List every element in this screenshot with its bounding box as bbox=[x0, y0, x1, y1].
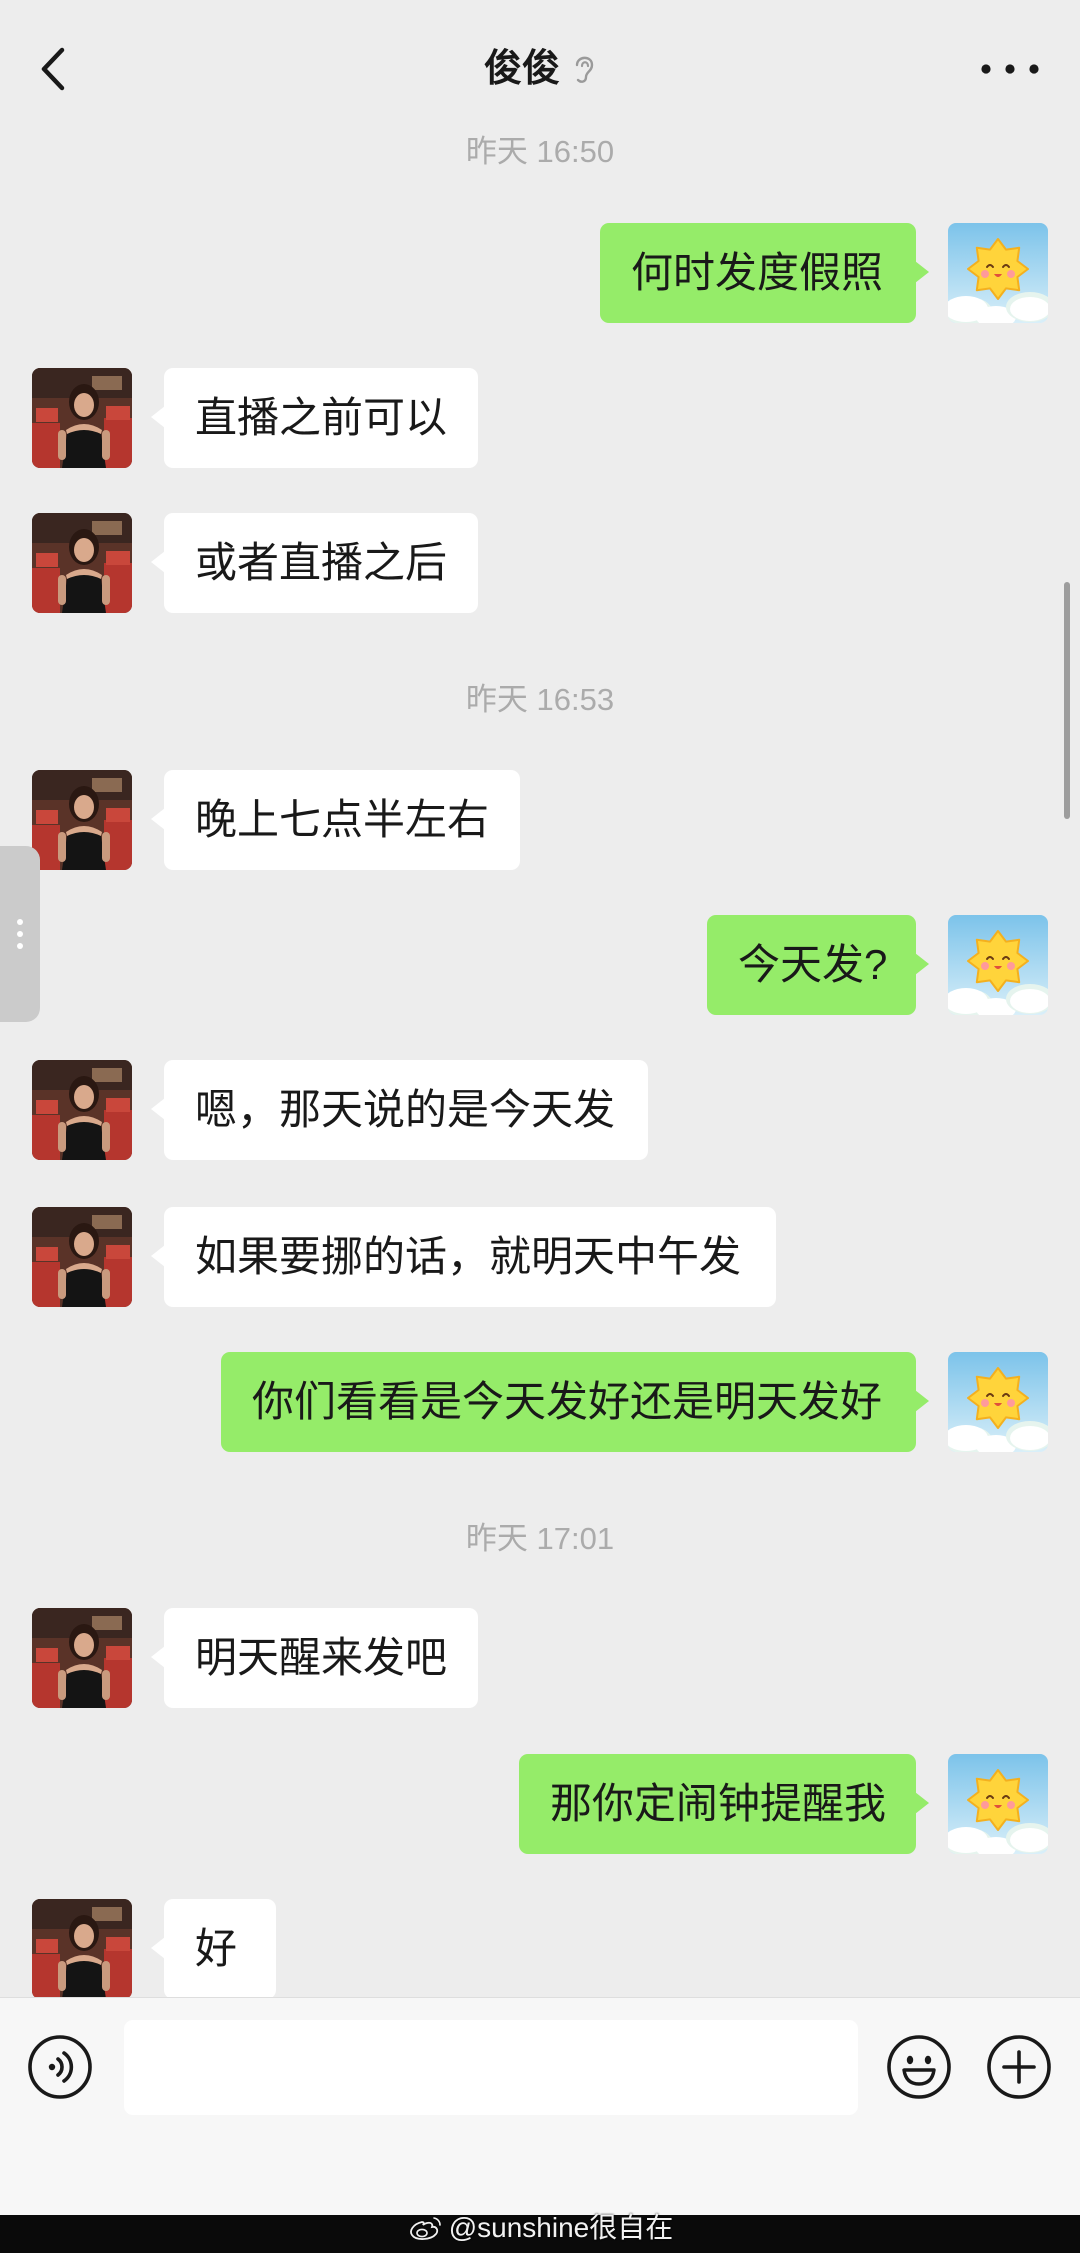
my-avatar[interactable] bbox=[948, 915, 1048, 1015]
sent-message-bubble[interactable]: 何时发度假照 bbox=[600, 223, 929, 323]
message-list[interactable]: 昨天 16:50 何时发度假照 直播之前可以 或者直播之后 昨天 16:53 晚… bbox=[0, 0, 1080, 1997]
chat-header: 俊俊 bbox=[0, 0, 1080, 126]
watermark-text: @sunshine很自在 bbox=[448, 2212, 674, 2243]
my-avatar[interactable] bbox=[948, 1352, 1048, 1452]
watermark: @sunshine很自在 bbox=[0, 2209, 1080, 2247]
voice-icon[interactable] bbox=[27, 2034, 93, 2100]
scrollbar[interactable] bbox=[1064, 582, 1070, 819]
message-row: 你们看看是今天发好还是明天发好 bbox=[0, 1352, 1080, 1452]
contact-avatar[interactable] bbox=[32, 770, 132, 870]
emoji-icon[interactable] bbox=[886, 2034, 952, 2100]
contact-avatar[interactable] bbox=[32, 1060, 132, 1160]
plus-icon[interactable] bbox=[986, 2034, 1052, 2100]
more-icon[interactable] bbox=[976, 59, 1044, 79]
received-message-bubble[interactable]: 晚上七点半左右 bbox=[151, 770, 520, 870]
message-row: 直播之前可以 bbox=[0, 368, 1080, 468]
contact-avatar[interactable] bbox=[32, 1608, 132, 1708]
received-message-bubble[interactable]: 好 bbox=[151, 1899, 276, 1997]
message-row: 好 bbox=[0, 1899, 1080, 1997]
message-input[interactable] bbox=[124, 2020, 858, 2115]
weibo-icon bbox=[409, 2217, 441, 2240]
side-drawer-handle[interactable] bbox=[0, 846, 40, 1022]
contact-avatar[interactable] bbox=[32, 513, 132, 613]
message-row: 何时发度假照 bbox=[0, 223, 1080, 323]
ear-icon bbox=[575, 56, 594, 83]
timestamp: 昨天 16:53 bbox=[465, 682, 615, 717]
sent-message-bubble[interactable]: 今天发? bbox=[707, 915, 929, 1015]
received-message-bubble[interactable]: 嗯，那天说的是今天发 bbox=[151, 1060, 648, 1160]
message-row: 那你定闹钟提醒我 bbox=[0, 1754, 1080, 1854]
received-message-bubble[interactable]: 如果要挪的话，就明天中午发 bbox=[151, 1207, 776, 1307]
message-row: 今天发? bbox=[0, 915, 1080, 1015]
my-avatar[interactable] bbox=[948, 1754, 1048, 1854]
timestamp: 昨天 17:01 bbox=[465, 1521, 615, 1556]
message-row: 如果要挪的话，就明天中午发 bbox=[0, 1207, 1080, 1307]
sent-message-bubble[interactable]: 你们看看是今天发好还是明天发好 bbox=[221, 1352, 929, 1452]
sent-message-bubble[interactable]: 那你定闹钟提醒我 bbox=[519, 1754, 929, 1854]
contact-avatar[interactable] bbox=[32, 368, 132, 468]
input-bar bbox=[0, 1997, 1080, 2215]
timestamp: 昨天 16:50 bbox=[465, 134, 615, 169]
contact-avatar[interactable] bbox=[32, 1207, 132, 1307]
message-row: 晚上七点半左右 bbox=[0, 770, 1080, 870]
chat-title: 俊俊 bbox=[483, 48, 560, 90]
message-row: 嗯，那天说的是今天发 bbox=[0, 1060, 1080, 1160]
chat-title-group: 俊俊 bbox=[0, 40, 1080, 98]
message-row: 明天醒来发吧 bbox=[0, 1608, 1080, 1708]
received-message-bubble[interactable]: 或者直播之后 bbox=[151, 513, 478, 613]
my-avatar[interactable] bbox=[948, 223, 1048, 323]
contact-avatar[interactable] bbox=[32, 1899, 132, 1997]
received-message-bubble[interactable]: 直播之前可以 bbox=[151, 368, 478, 468]
chat-screen: 昨天 16:50 何时发度假照 直播之前可以 或者直播之后 昨天 16:53 晚… bbox=[0, 0, 1080, 2253]
message-row: 或者直播之后 bbox=[0, 513, 1080, 613]
grip-dots-icon bbox=[17, 919, 23, 949]
received-message-bubble[interactable]: 明天醒来发吧 bbox=[151, 1608, 478, 1708]
